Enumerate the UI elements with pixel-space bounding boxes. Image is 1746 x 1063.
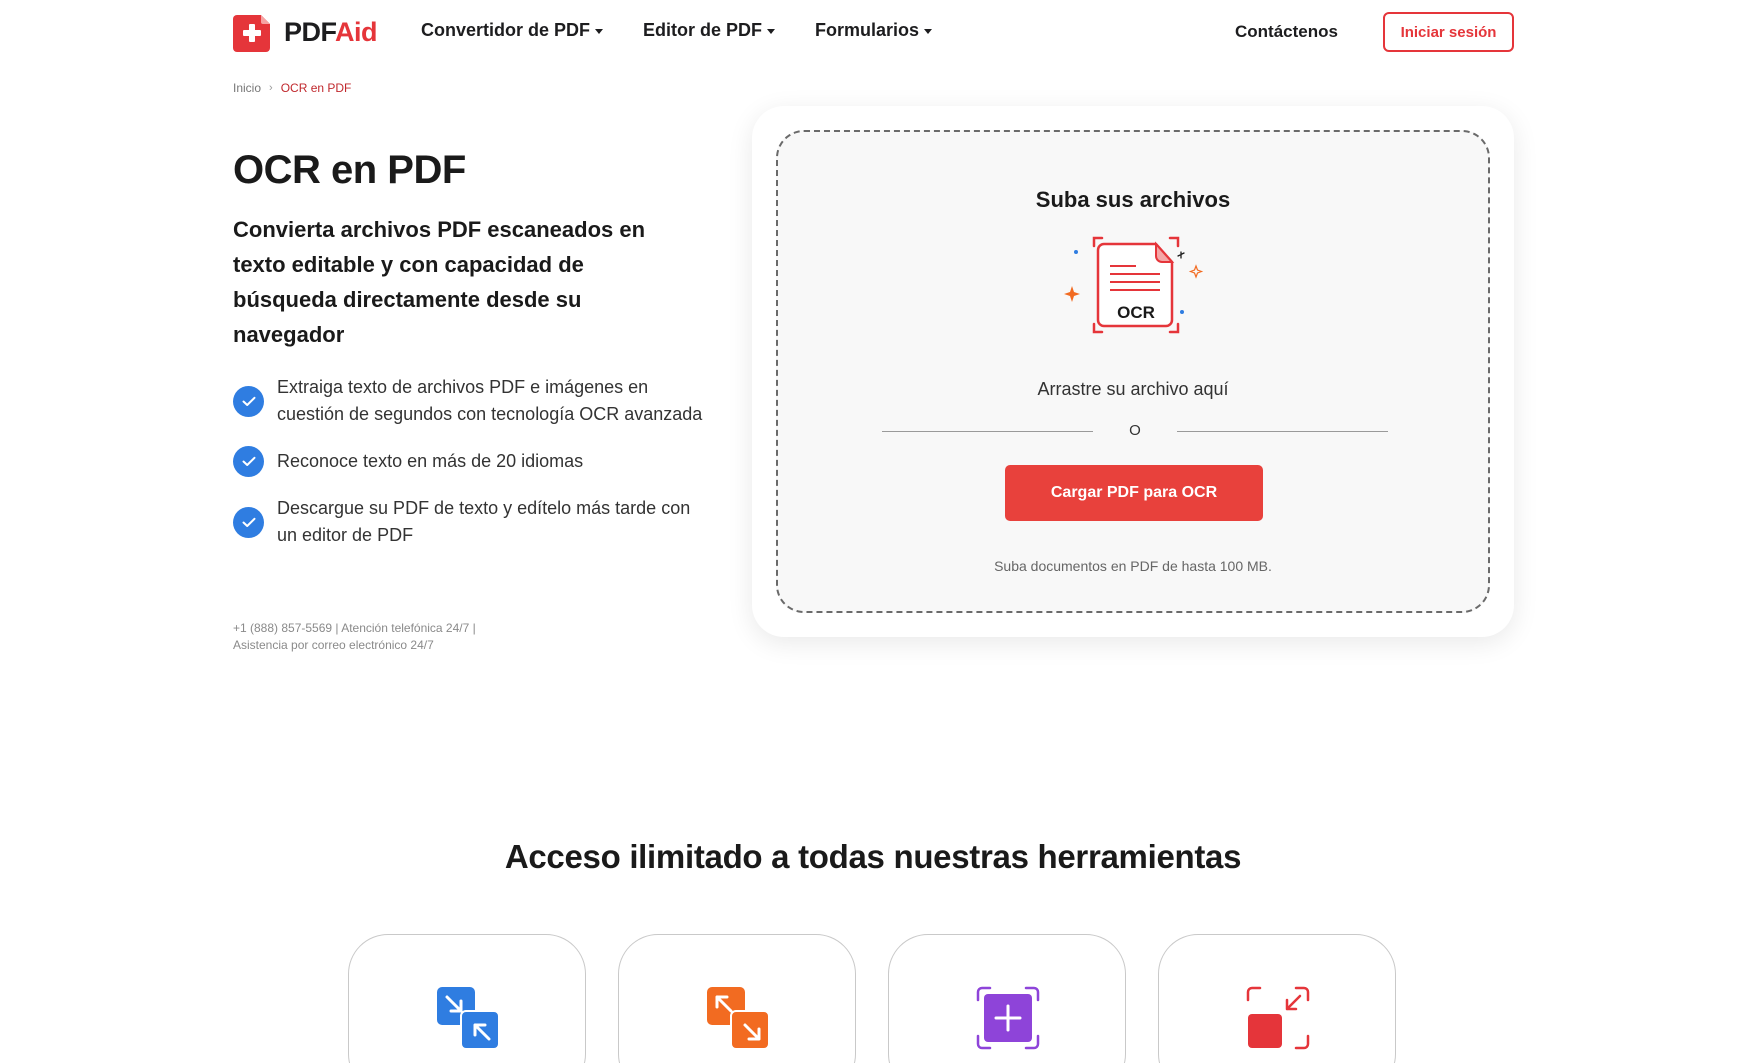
check-circle-icon — [233, 446, 264, 477]
nav-pdf-converter[interactable]: Convertidor de PDF — [421, 20, 604, 41]
pdfaid-logo[interactable]: PDFAid — [233, 13, 378, 52]
nav-forms[interactable]: Formularios — [815, 20, 933, 41]
chevron-right-icon: › — [269, 82, 273, 94]
upload-card: Suba sus archivos OCR Arrastre su archiv… — [752, 106, 1514, 637]
caret-down-icon — [767, 29, 776, 34]
shrink-square-icon — [1246, 986, 1310, 1050]
file-dropzone[interactable]: Suba sus archivos OCR Arrastre su archiv… — [776, 130, 1490, 613]
nav-pdf-editor[interactable]: Editor de PDF — [643, 20, 776, 41]
feature-item: Extraiga texto de archivos PDF e imágene… — [233, 374, 703, 428]
feature-item: Reconoce texto en más de 20 idiomas — [233, 446, 703, 477]
or-divider: O — [882, 422, 1388, 442]
tools-section-title: Acceso ilimitado a todas nuestras herram… — [504, 838, 1242, 875]
tool-card-compress[interactable] — [348, 934, 586, 1063]
nav-pdf-editor-label: Editor de PDF — [643, 20, 763, 40]
contact-link[interactable]: Contáctenos — [1235, 22, 1338, 42]
support-email-line: Asistencia por correo electrónico 24/7 — [233, 638, 434, 652]
upload-pdf-button[interactable]: Cargar PDF para OCR — [1005, 465, 1263, 521]
support-phone-line: +1 (888) 857-5569 | Atención telefónica … — [233, 621, 476, 635]
ocr-illustration-label: OCR — [1117, 303, 1155, 322]
feature-item: Descargue su PDF de texto y edítelo más … — [233, 495, 703, 549]
nav-pdf-converter-label: Convertidor de PDF — [421, 20, 591, 40]
caret-down-icon — [595, 29, 604, 34]
expand-arrows-icon — [707, 987, 770, 1050]
tool-card-expand[interactable] — [618, 934, 856, 1063]
breadcrumb-current: OCR en PDF — [280, 81, 352, 95]
compress-arrows-icon — [437, 987, 500, 1050]
nav-forms-label: Formularios — [815, 20, 920, 40]
feature-text: Extraiga texto de archivos PDF e imágene… — [277, 377, 703, 424]
feature-text: Reconoce texto en más de 20 idiomas — [277, 451, 584, 471]
caret-down-icon — [924, 29, 933, 34]
breadcrumb-home-link[interactable]: Inicio — [233, 81, 261, 95]
upload-size-note: Suba documentos en PDF de hasta 100 MB. — [994, 558, 1272, 574]
site-header: PDFAid Convertidor de PDF Editor de PDF … — [0, 0, 1746, 64]
logo-wordmark: PDFAid — [284, 17, 378, 47]
add-plus-icon — [976, 986, 1040, 1050]
tool-card-add[interactable] — [888, 934, 1126, 1063]
login-button[interactable]: Iniciar sesión — [1383, 12, 1514, 52]
check-circle-icon — [233, 385, 264, 417]
breadcrumb: Inicio › OCR en PDF — [233, 81, 351, 95]
tool-card-shrink[interactable] — [1158, 934, 1396, 1063]
feature-text: Descargue su PDF de texto y edítelo más … — [277, 498, 691, 545]
ocr-document-icon: OCR — [1064, 236, 1204, 334]
main-nav: Convertidor de PDF Editor de PDF Formula… — [421, 20, 933, 41]
check-circle-icon — [233, 506, 264, 538]
drag-drop-text: Arrastre su archivo aquí — [1037, 379, 1229, 399]
support-info: +1 (888) 857-5569 | Atención telefónica … — [233, 620, 533, 654]
upload-title: Suba sus archivos — [1035, 187, 1231, 212]
divider-line — [1177, 431, 1388, 432]
logo-mark-icon — [233, 15, 270, 52]
page-title: OCR en PDF — [233, 148, 466, 192]
feature-list: Extraiga texto de archivos PDF e imágene… — [233, 374, 703, 567]
page-subtitle: Convierta archivos PDF escaneados en tex… — [233, 217, 646, 347]
